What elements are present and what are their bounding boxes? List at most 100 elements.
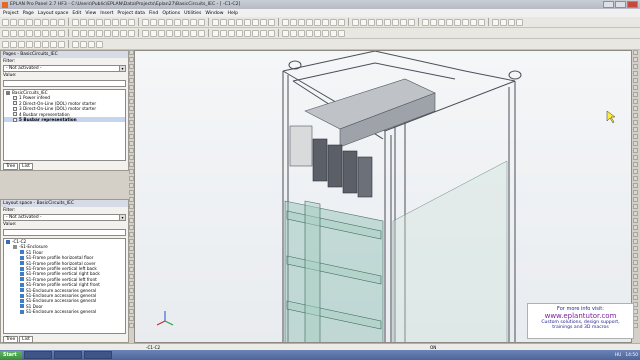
vertical-toolbar-button[interactable] <box>633 190 638 195</box>
toolbar-button[interactable] <box>290 18 297 26</box>
vertical-toolbar-button[interactable] <box>633 99 638 104</box>
toolbar-button[interactable] <box>492 18 499 26</box>
toolbar-button[interactable] <box>244 29 251 37</box>
menu-item[interactable]: Insert <box>100 11 113 16</box>
toolbar-button[interactable] <box>338 29 345 37</box>
vertical-toolbar-button[interactable] <box>633 267 638 272</box>
menu-item[interactable]: Edit <box>72 11 81 16</box>
toolbar-button[interactable] <box>430 18 437 26</box>
toolbar-button[interactable] <box>376 18 383 26</box>
pages-value-input[interactable] <box>3 80 126 87</box>
toolbar-button[interactable] <box>88 40 95 48</box>
toolbar-button[interactable] <box>282 18 289 26</box>
toolbar-button[interactable] <box>10 29 17 37</box>
toolbar-button[interactable] <box>212 18 219 26</box>
toolbar-button[interactable] <box>2 29 9 37</box>
toolbar-button[interactable] <box>72 18 79 26</box>
toolbar-button[interactable] <box>128 29 135 37</box>
toolbar-button[interactable] <box>72 29 79 37</box>
toolbar-button[interactable] <box>142 18 149 26</box>
taskbar-app[interactable] <box>24 351 52 359</box>
vertical-toolbar-button[interactable] <box>633 141 638 146</box>
info-link[interactable]: www.eplantutor.com <box>528 312 633 320</box>
vertical-toolbar-button[interactable] <box>633 288 638 293</box>
menu-item[interactable]: Utilities <box>184 11 201 16</box>
toolbar-button[interactable] <box>142 29 149 37</box>
toolbar-button[interactable] <box>198 18 205 26</box>
pages-filter-dropdown[interactable]: - Not activated - ▾ <box>3 65 126 72</box>
3d-layout-viewport[interactable] <box>134 50 632 343</box>
toolbar-button[interactable] <box>384 18 391 26</box>
tab-list[interactable]: List <box>19 336 33 343</box>
toolbar-button[interactable] <box>330 18 337 26</box>
menu-item[interactable]: Layout space <box>38 11 69 16</box>
toolbar-button[interactable] <box>58 40 65 48</box>
toolbar-button[interactable] <box>298 18 305 26</box>
vertical-toolbar-button[interactable] <box>633 274 638 279</box>
layout-value-input[interactable] <box>3 229 126 236</box>
toolbar-button[interactable] <box>220 29 227 37</box>
toolbar-button[interactable] <box>244 18 251 26</box>
tab-tree[interactable]: Tree <box>3 336 19 343</box>
chevron-down-icon[interactable]: ▾ <box>119 66 125 71</box>
toolbar-button[interactable] <box>306 18 313 26</box>
layout-filter-dropdown[interactable]: - Not activated - ▾ <box>3 214 126 221</box>
toolbar-button[interactable] <box>408 18 415 26</box>
toolbar-button[interactable] <box>26 40 33 48</box>
toolbar-button[interactable] <box>182 18 189 26</box>
toolbar-button[interactable] <box>58 18 65 26</box>
toolbar-button[interactable] <box>150 18 157 26</box>
toolbar-button[interactable] <box>128 18 135 26</box>
taskbar-app[interactable] <box>54 351 82 359</box>
toolbar-button[interactable] <box>80 40 87 48</box>
toolbar-button[interactable] <box>392 18 399 26</box>
toolbar-button[interactable] <box>42 40 49 48</box>
vertical-toolbar-button[interactable] <box>633 260 638 265</box>
vertical-toolbar-button[interactable] <box>633 64 638 69</box>
vertical-toolbar-button[interactable] <box>633 78 638 83</box>
toolbar-button[interactable] <box>500 18 507 26</box>
toolbar-button[interactable] <box>104 29 111 37</box>
toolbar-button[interactable] <box>96 18 103 26</box>
toolbar-button[interactable] <box>88 29 95 37</box>
toolbar-button[interactable] <box>34 18 41 26</box>
toolbar-button[interactable] <box>34 29 41 37</box>
toolbar-button[interactable] <box>360 18 367 26</box>
toolbar-button[interactable] <box>352 18 359 26</box>
toolbar-button[interactable] <box>516 18 523 26</box>
toolbar-button[interactable] <box>18 29 25 37</box>
minimize-button[interactable] <box>603 1 614 8</box>
toolbar-button[interactable] <box>2 18 9 26</box>
vertical-toolbar-button[interactable] <box>633 127 638 132</box>
vertical-toolbar-button[interactable] <box>633 169 638 174</box>
toolbar-button[interactable] <box>330 29 337 37</box>
toolbar-button[interactable] <box>236 18 243 26</box>
toolbar-button[interactable] <box>260 18 267 26</box>
toolbar-button[interactable] <box>50 18 57 26</box>
tab-list[interactable]: List <box>19 163 33 170</box>
toolbar-button[interactable] <box>298 29 305 37</box>
vertical-toolbar-button[interactable] <box>633 211 638 216</box>
toolbar-button[interactable] <box>112 18 119 26</box>
toolbar-button[interactable] <box>166 18 173 26</box>
vertical-toolbar-button[interactable] <box>633 162 638 167</box>
toolbar-button[interactable] <box>18 40 25 48</box>
toolbar-button[interactable] <box>462 18 469 26</box>
maximize-button[interactable] <box>615 1 626 8</box>
toolbar-button[interactable] <box>338 18 345 26</box>
toolbar-button[interactable] <box>290 29 297 37</box>
vertical-toolbar-button[interactable] <box>633 85 638 90</box>
toolbar-button[interactable] <box>18 18 25 26</box>
vertical-toolbar-button[interactable] <box>633 148 638 153</box>
toolbar-button[interactable] <box>368 18 375 26</box>
toolbar-button[interactable] <box>314 18 321 26</box>
tree-node-part[interactable]: S1-Enclosure accessories general <box>4 309 125 314</box>
toolbar-button[interactable] <box>306 29 313 37</box>
vertical-toolbar-button[interactable] <box>633 57 638 62</box>
toolbar-button[interactable] <box>26 18 33 26</box>
menu-item[interactable]: Options <box>162 11 180 16</box>
vertical-toolbar-button[interactable] <box>633 253 638 258</box>
toolbar-button[interactable] <box>80 29 87 37</box>
vertical-toolbar-button[interactable] <box>633 204 638 209</box>
vertical-toolbar-button[interactable] <box>633 232 638 237</box>
